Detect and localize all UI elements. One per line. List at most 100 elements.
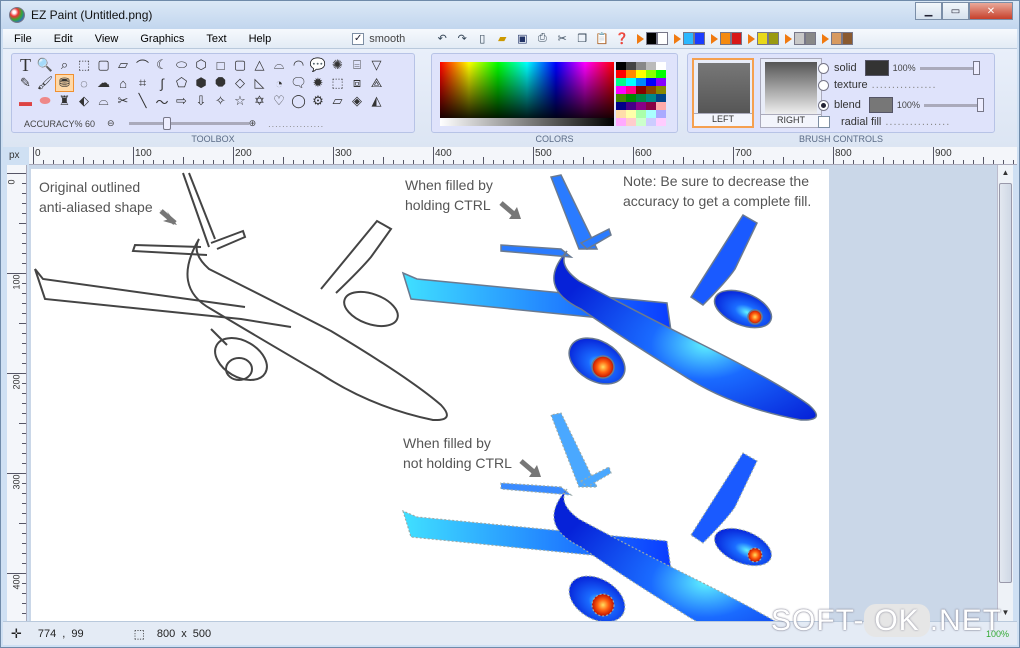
palette-swatch[interactable] — [616, 62, 626, 70]
scroll-up-icon[interactable]: ▲ — [998, 165, 1013, 181]
palette-swatch[interactable] — [646, 94, 656, 102]
palette-swatch[interactable] — [616, 102, 626, 110]
line-icon[interactable]: ╲ — [133, 92, 152, 110]
heptagon-icon[interactable]: ⬢ — [192, 74, 211, 92]
palette-swatch[interactable] — [656, 118, 666, 126]
color-preset-black-white[interactable] — [637, 32, 669, 45]
print-icon[interactable]: ⎙ — [533, 31, 551, 47]
solid-color[interactable] — [864, 60, 889, 76]
texture-radio[interactable] — [818, 79, 829, 91]
color-preset-grays[interactable] — [785, 32, 817, 45]
color-spectrum[interactable] — [440, 62, 614, 118]
undo-icon[interactable]: ↶ — [433, 31, 451, 47]
palette-swatch[interactable] — [616, 86, 626, 94]
swatch[interactable] — [831, 32, 843, 45]
vertical-scrollbar[interactable]: ▲ ▼ — [997, 165, 1013, 621]
palette-swatch[interactable] — [656, 110, 666, 118]
palette-swatch[interactable] — [636, 62, 646, 70]
accuracy-slider[interactable] — [128, 117, 249, 130]
swatch[interactable] — [657, 32, 669, 45]
palette-swatch[interactable] — [626, 62, 636, 70]
palette-swatch[interactable] — [626, 110, 636, 118]
palette-swatch[interactable] — [626, 94, 636, 102]
palette-swatch[interactable] — [656, 102, 666, 110]
palette-swatch[interactable] — [646, 102, 656, 110]
rectangle-icon[interactable]: □ — [211, 56, 230, 74]
arch-icon[interactable]: ⌓ — [94, 92, 113, 110]
palette-swatch[interactable] — [636, 94, 646, 102]
hexagon-icon[interactable]: ⬡ — [192, 56, 211, 74]
radial-fill-checkbox[interactable] — [818, 116, 830, 128]
palette-swatch[interactable] — [656, 78, 666, 86]
color-preset-yellows[interactable] — [748, 32, 780, 45]
crescent-icon[interactable]: ☾ — [153, 56, 172, 74]
palette-swatch[interactable] — [646, 86, 656, 94]
scroll-thumb[interactable] — [999, 183, 1012, 583]
palette-swatch[interactable] — [646, 110, 656, 118]
star4-icon[interactable]: ✧ — [211, 92, 230, 110]
palette-swatch[interactable] — [636, 86, 646, 94]
help-icon[interactable]: ❓ — [613, 31, 631, 47]
minimize-button[interactable]: ▁ — [915, 2, 942, 20]
pyramid-icon[interactable]: ⟁ — [367, 74, 386, 92]
color-preset-reds[interactable] — [711, 32, 743, 45]
right-brush[interactable]: RIGHT — [760, 58, 822, 128]
palette-swatch[interactable] — [656, 62, 666, 70]
drawing-canvas[interactable]: Original outlined anti-aliased shape Whe… — [31, 169, 829, 648]
radial-fill-option[interactable]: radial fill ................ — [818, 116, 950, 128]
prism-icon[interactable]: ◈ — [348, 92, 367, 110]
palette-swatch[interactable] — [636, 102, 646, 110]
solid-opacity-slider[interactable] — [919, 60, 980, 75]
copy-icon[interactable]: ❐ — [573, 31, 591, 47]
new-file-icon[interactable]: ▯ — [473, 31, 491, 47]
palette-swatch[interactable] — [646, 118, 656, 126]
eyedropper-icon[interactable]: ⌕ — [55, 56, 74, 74]
lasso-icon[interactable]: ◌ — [75, 74, 94, 92]
blend-opacity-slider[interactable] — [923, 97, 984, 112]
octagon-icon[interactable]: ⯃ — [211, 74, 230, 92]
curve-line-icon[interactable]: ∫ — [153, 74, 172, 92]
close-button[interactable]: ✕ — [969, 2, 1013, 20]
palette-swatch[interactable] — [626, 86, 636, 94]
blur-icon[interactable]: ⬬ — [36, 92, 55, 110]
palette-swatch[interactable] — [646, 62, 656, 70]
ellipse-icon[interactable]: ⬭ — [172, 56, 191, 74]
crop-icon[interactable]: ⌗ — [133, 74, 152, 92]
speech-icon[interactable]: 🗨 — [289, 74, 308, 92]
menu-edit[interactable]: Edit — [43, 33, 84, 45]
palette-swatch[interactable] — [616, 70, 626, 78]
swatch[interactable] — [646, 32, 658, 45]
cloud-select-icon[interactable]: ☁ — [94, 74, 113, 92]
color-palette[interactable] — [616, 62, 666, 126]
arch-select-icon[interactable]: ⌂ — [114, 74, 133, 92]
select-curve-icon[interactable]: ⌒ — [133, 56, 152, 74]
palette-swatch[interactable] — [616, 110, 626, 118]
star5-icon[interactable]: ☆ — [231, 92, 250, 110]
palette-swatch[interactable] — [616, 118, 626, 126]
swatch[interactable] — [720, 32, 732, 45]
palette-swatch[interactable] — [636, 118, 646, 126]
heart-icon[interactable]: ♡ — [270, 92, 289, 110]
palette-swatch[interactable] — [646, 78, 656, 86]
swatch[interactable] — [794, 32, 806, 45]
blend-option[interactable]: blend 100% — [818, 97, 984, 113]
stamp-icon[interactable]: ♜ — [55, 92, 74, 110]
menu-text[interactable]: Text — [195, 33, 237, 45]
arrow-right-icon[interactable]: ⇨ — [172, 92, 191, 110]
minus-icon[interactable]: ⊖ — [107, 118, 115, 129]
menu-graphics[interactable]: Graphics — [129, 33, 195, 45]
diamond-select-icon[interactable]: ⬖ — [75, 92, 94, 110]
accuracy-slider-thumb[interactable] — [162, 117, 171, 130]
pencil-icon[interactable]: ✎ — [16, 74, 35, 92]
left-brush[interactable]: LEFT — [692, 58, 754, 128]
slider-thumb[interactable] — [972, 60, 980, 75]
swatch[interactable] — [842, 32, 854, 45]
plus-icon[interactable]: ⊕ — [249, 118, 257, 129]
menu-help[interactable]: Help — [238, 33, 283, 45]
star6-icon[interactable]: ✡ — [250, 92, 269, 110]
maximize-button[interactable]: ▭ — [942, 2, 969, 20]
swatch[interactable] — [757, 32, 769, 45]
rounded-rect-icon[interactable]: ▢ — [231, 56, 250, 74]
eraser-icon[interactable]: ▬ — [16, 92, 35, 110]
palette-swatch[interactable] — [626, 78, 636, 86]
